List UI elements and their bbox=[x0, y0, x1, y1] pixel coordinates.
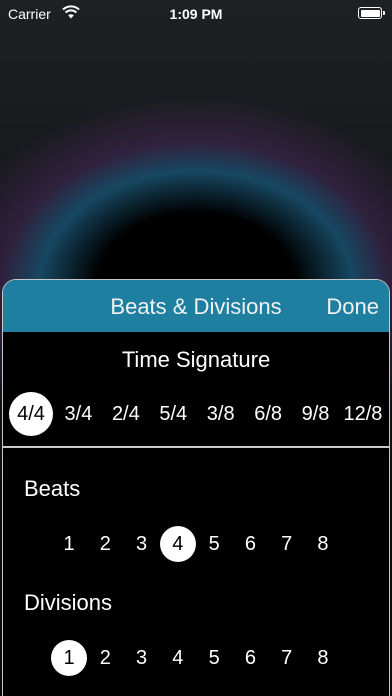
beats-option[interactable]: 1 bbox=[51, 526, 87, 562]
battery-icon bbox=[358, 7, 385, 19]
time-signature-option[interactable]: 3/4 bbox=[56, 394, 100, 434]
divisions-option[interactable]: 3 bbox=[124, 640, 160, 676]
beats-option[interactable]: 3 bbox=[124, 526, 160, 562]
beats-divisions-sheet: Beats & Divisions Done Time Signature 4/… bbox=[2, 279, 390, 696]
beats-option[interactable]: 2 bbox=[87, 526, 123, 562]
beats-option[interactable]: 6 bbox=[232, 526, 268, 562]
time-signature-option[interactable]: 4/4 bbox=[9, 392, 53, 436]
time-signature-option[interactable]: 12/8 bbox=[341, 394, 385, 434]
time-signature-option-label: 3/4 bbox=[64, 402, 93, 425]
divisions-option[interactable]: 6 bbox=[232, 640, 268, 676]
sheet-header: Beats & Divisions Done bbox=[3, 280, 389, 332]
divisions-option[interactable]: 2 bbox=[87, 640, 123, 676]
time-signature-label: Time Signature bbox=[121, 347, 271, 372]
time-signature-option-label: 2/4 bbox=[111, 402, 140, 425]
section-divider bbox=[3, 446, 389, 448]
beats-option[interactable]: 7 bbox=[269, 526, 305, 562]
done-button[interactable]: Done bbox=[326, 294, 379, 320]
beats-selector: 12345678 bbox=[51, 526, 341, 562]
time-signature-option-label: 6/8 bbox=[254, 402, 283, 425]
beats-option[interactable]: 5 bbox=[196, 526, 232, 562]
time-signature-option-label: 3/8 bbox=[206, 402, 235, 425]
time-signature-option-label: 5/4 bbox=[159, 402, 188, 425]
beats-label: Beats bbox=[24, 476, 81, 501]
time-signature-option[interactable]: 5/4 bbox=[151, 394, 195, 434]
divisions-option[interactable]: 7 bbox=[269, 640, 305, 676]
divisions-option[interactable]: 4 bbox=[160, 640, 196, 676]
divisions-option[interactable]: 8 bbox=[305, 640, 341, 676]
time-signature-option[interactable]: 6/8 bbox=[246, 394, 290, 434]
status-bar: Carrier 1:09 PM bbox=[0, 0, 392, 28]
time-signature-option-label: 4/4 bbox=[9, 392, 53, 436]
beats-option[interactable]: 4 bbox=[159, 526, 196, 562]
time-signature-option[interactable]: 9/8 bbox=[294, 394, 338, 434]
divisions-option[interactable]: 5 bbox=[196, 640, 232, 676]
divisions-label: Divisions bbox=[24, 590, 113, 615]
status-time: 1:09 PM bbox=[169, 6, 223, 22]
time-signature-option-label: 12/8 bbox=[343, 402, 383, 425]
time-signature-option[interactable]: 3/8 bbox=[199, 394, 243, 434]
time-signature-option[interactable]: 2/4 bbox=[104, 394, 148, 434]
divisions-selector: 12345678 bbox=[51, 640, 341, 676]
beats-option[interactable]: 8 bbox=[305, 526, 341, 562]
divisions-option[interactable]: 1 bbox=[51, 640, 87, 676]
time-signature-selector: 4/4 3/4 2/4 5/4 3/8 6/8 9/8 12/8 bbox=[9, 392, 385, 436]
time-signature-option-label: 9/8 bbox=[301, 402, 330, 425]
